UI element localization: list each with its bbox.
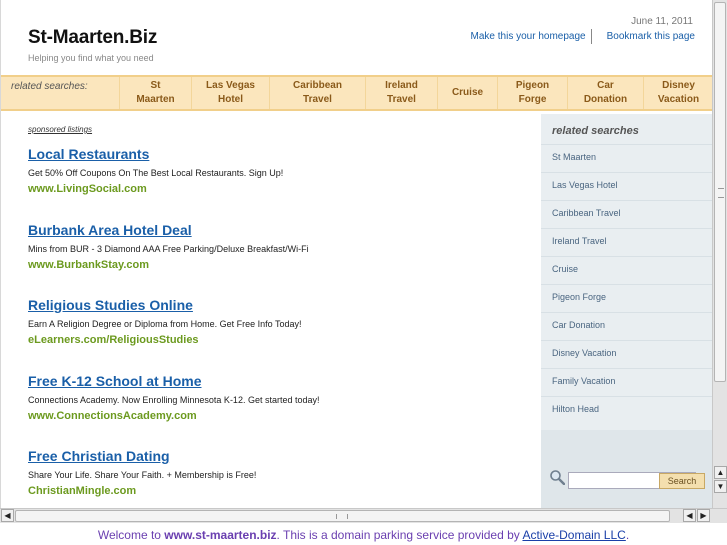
scroll-grip-icon	[718, 188, 724, 198]
ad-listing: Free K-12 School at Home Connections Aca…	[28, 373, 528, 422]
panel-search-area	[541, 430, 712, 508]
panel-item-las-vegas-hotel[interactable]: Las Vegas Hotel	[541, 172, 712, 200]
ad-description: Connections Academy. Now Enrolling Minne…	[28, 395, 320, 405]
page-viewport: June 11, 2011 Make this your homepage Bo…	[0, 0, 712, 508]
panel-item-ireland-travel[interactable]: Ireland Travel	[541, 228, 712, 256]
sponsored-listings-label: sponsored listings	[28, 125, 93, 134]
top-links: Make this your homepage Bookmark this pa…	[466, 29, 700, 44]
related-searches-panel: related searches St Maarten Las Vegas Ho…	[541, 114, 712, 508]
panel-item-disney-vacation[interactable]: Disney Vacation	[541, 340, 712, 368]
ad-url-link[interactable]: www.BurbankStay.com	[28, 259, 528, 271]
related-item-car-donation[interactable]: Car Donation	[567, 77, 643, 109]
scroll-right-arrow-icon[interactable]: ▶	[697, 509, 710, 522]
ad-listing: Burbank Area Hotel Deal Mins from BUR - …	[28, 222, 528, 271]
vertical-scroll-thumb[interactable]	[714, 2, 726, 382]
panel-item-caribbean-travel[interactable]: Caribbean Travel	[541, 200, 712, 228]
search-button[interactable]: Search	[659, 473, 705, 489]
ad-url-link[interactable]: www.LivingSocial.com	[28, 183, 528, 195]
related-searches-bar: related searches: St Maarten Las Vegas Hot…	[1, 75, 712, 111]
ad-description: Share Your Life. Share Your Faith. + Mem…	[28, 470, 257, 480]
ad-title-link[interactable]: Local Restaurants	[28, 146, 528, 162]
provider-link[interactable]: Active-Domain LLC	[522, 528, 625, 542]
make-homepage-link[interactable]: Make this your homepage	[466, 31, 591, 44]
ad-description: Mins from BUR - 3 Diamond AAA Free Parki…	[28, 244, 309, 254]
ad-listing: Local Restaurants Get 50% Off Coupons On…	[28, 146, 528, 195]
scroll-grip-icon	[336, 514, 348, 519]
related-panel-title: related searches	[552, 125, 639, 137]
related-item-disney-vacation[interactable]: Disney Vacation	[643, 77, 712, 109]
ad-listing: Religious Studies Online Earn A Religion…	[28, 297, 528, 346]
scroll-left-arrow-icon[interactable]: ◀	[1, 509, 14, 522]
footer-notice: Welcome to www.st-maarten.biz. This is a…	[0, 528, 727, 545]
footer-domain: www.st-maarten.biz	[164, 528, 277, 542]
related-item-cruise[interactable]: Cruise	[437, 77, 497, 109]
horizontal-scroll-thumb[interactable]	[15, 510, 670, 522]
ad-url-link[interactable]: ChristianMingle.com	[28, 485, 528, 497]
panel-item-cruise[interactable]: Cruise	[541, 256, 712, 284]
ad-title-link[interactable]: Burbank Area Hotel Deal	[28, 222, 528, 238]
related-item-st-maarten[interactable]: St Maarten	[119, 77, 191, 109]
footer-suffix: .	[625, 528, 630, 542]
ad-description: Earn A Religion Degree or Diploma from H…	[28, 319, 302, 329]
date-label: June 11, 2011	[631, 16, 693, 27]
related-bar-label: related searches:	[11, 81, 88, 92]
scroll-left-arrow-icon[interactable]: ◀	[683, 509, 696, 522]
magnifier-icon	[550, 470, 565, 485]
panel-item-car-donation[interactable]: Car Donation	[541, 312, 712, 340]
bookmark-link[interactable]: Bookmark this page	[602, 31, 700, 44]
ad-title-link[interactable]: Religious Studies Online	[28, 297, 528, 313]
panel-item-st-maarten[interactable]: St Maarten	[541, 144, 712, 172]
vertical-scrollbar[interactable]: ▲ ▼	[712, 0, 727, 508]
ad-title-link[interactable]: Free Christian Dating	[28, 448, 528, 464]
footer-middle: . This is a domain parking service provi…	[276, 528, 523, 542]
ad-listing: Free Christian Dating Share Your Life. S…	[28, 448, 528, 497]
panel-item-hilton-head[interactable]: Hilton Head	[541, 396, 712, 424]
site-tagline: Helping you find what you need	[28, 53, 154, 63]
ad-title-link[interactable]: Free K-12 School at Home	[28, 373, 528, 389]
related-item-ireland-travel[interactable]: Ireland Travel	[365, 77, 437, 109]
horizontal-scrollbar[interactable]: ◀ ◀ ▶	[0, 508, 727, 523]
ad-url-link[interactable]: www.ConnectionsAcademy.com	[28, 410, 528, 422]
related-item-caribbean-travel[interactable]: Caribbean Travel	[269, 77, 365, 109]
related-item-pigeon-forge[interactable]: Pigeon Forge	[497, 77, 567, 109]
scroll-up-arrow-icon[interactable]: ▲	[714, 466, 727, 479]
panel-item-pigeon-forge[interactable]: Pigeon Forge	[541, 284, 712, 312]
link-divider	[590, 29, 602, 44]
footer-prefix: Welcome to	[97, 528, 165, 542]
ad-url-link[interactable]: eLearners.com/ReligiousStudies	[28, 334, 528, 346]
site-title[interactable]: St-Maarten.Biz	[28, 27, 157, 49]
scroll-down-arrow-icon[interactable]: ▼	[714, 480, 727, 493]
related-item-las-vegas-hotel[interactable]: Las Vegas Hotel	[191, 77, 269, 109]
ad-description: Get 50% Off Coupons On The Best Local Re…	[28, 168, 284, 178]
panel-item-family-vacation[interactable]: Family Vacation	[541, 368, 712, 396]
